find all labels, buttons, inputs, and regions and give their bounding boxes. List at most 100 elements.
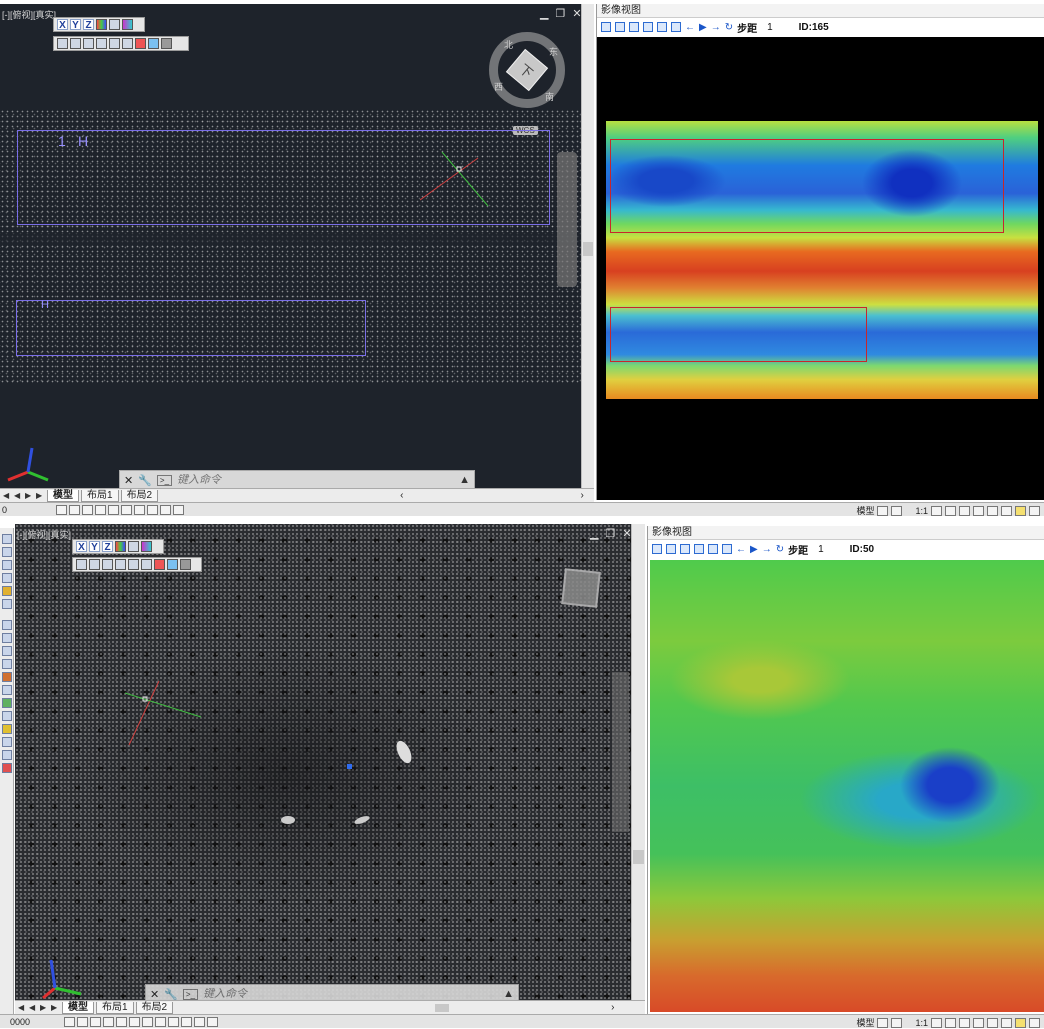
selected-point[interactable] (347, 764, 352, 769)
selection-box-2[interactable]: H (16, 299, 366, 356)
dynamic-input-icon[interactable] (194, 1016, 205, 1027)
image-icon[interactable] (601, 22, 611, 32)
crop-icon[interactable] (629, 22, 639, 32)
hscroll-thumb[interactable] (435, 1003, 450, 1012)
tool-10-icon[interactable] (1, 659, 12, 669)
step-value[interactable]: 1 (818, 544, 824, 555)
pin-icon[interactable] (135, 38, 146, 49)
transparency-icon[interactable] (147, 504, 158, 515)
layout-grid-icon[interactable] (877, 1017, 889, 1028)
navcube-west[interactable]: 西 (494, 80, 503, 93)
close-icon[interactable]: ✕ (124, 474, 133, 487)
polar-icon[interactable] (95, 504, 106, 515)
view-left-icon[interactable] (96, 38, 107, 49)
workspace-icon[interactable] (959, 505, 970, 516)
next-icon[interactable]: → (711, 22, 721, 33)
tool-2-icon[interactable] (1, 547, 12, 557)
hardware-icon[interactable] (1001, 505, 1012, 516)
tool-1-icon[interactable] (1, 534, 12, 544)
z-axis-button[interactable]: Z (83, 19, 94, 31)
photo-icon[interactable] (666, 544, 676, 554)
filter-icon[interactable] (128, 541, 139, 552)
hscroll-right[interactable]: › (580, 490, 583, 501)
selection-cycle-icon[interactable] (168, 1016, 179, 1027)
loop-icon[interactable]: ↻ (725, 22, 733, 33)
y-axis-button[interactable]: Y (89, 541, 100, 553)
view-top-icon[interactable] (122, 38, 133, 49)
view-left-icon[interactable] (115, 559, 126, 570)
minimize-button[interactable]: ▁ (590, 527, 598, 540)
tool-12-icon[interactable] (1, 685, 12, 695)
edit-icon[interactable] (708, 544, 718, 554)
annotation-visibility-icon[interactable] (931, 505, 942, 516)
filter-icon[interactable] (109, 19, 120, 30)
loop-icon[interactable]: ↻ (776, 544, 784, 555)
clean-screen-icon[interactable] (1029, 505, 1040, 516)
color-icon[interactable] (96, 19, 107, 30)
hardware-icon[interactable] (1001, 1017, 1012, 1028)
tab-layout1[interactable]: 布局1 (81, 489, 119, 502)
annotation-scale[interactable]: 1:1 (915, 1018, 928, 1028)
command-input[interactable] (177, 474, 388, 486)
next-tab-icon[interactable]: ▶ (40, 1003, 49, 1012)
prev-tab-icon[interactable]: ◀ (29, 1003, 38, 1012)
measure-icon[interactable] (643, 22, 653, 32)
play-icon[interactable]: ▶ (699, 22, 707, 33)
prev-icon[interactable]: ← (685, 22, 695, 33)
cloud-icon[interactable] (148, 38, 159, 49)
close-button[interactable]: ✕ (622, 527, 631, 540)
view-back-icon[interactable] (102, 559, 113, 570)
navigation-cube[interactable]: 下 北 东 西 南 (489, 32, 565, 108)
crop-icon[interactable] (680, 544, 690, 554)
x-axis-button[interactable]: X (57, 19, 68, 31)
z-axis-button[interactable]: Z (102, 541, 113, 553)
workspace-icon[interactable] (959, 1017, 970, 1028)
tool-8-icon[interactable] (1, 633, 12, 643)
view-back-icon[interactable] (83, 38, 94, 49)
roi-box-2[interactable] (610, 307, 867, 362)
navcube-south[interactable]: 南 (545, 90, 554, 103)
quickview-icon[interactable] (891, 1017, 903, 1028)
next-icon[interactable]: → (762, 544, 772, 555)
roi-box-1[interactable] (610, 139, 1004, 233)
viewport-label[interactable]: [-][俯视][真实] (2, 8, 56, 21)
edit-icon[interactable] (657, 22, 667, 32)
minimize-button[interactable]: ▁ (540, 7, 548, 20)
auto-scale-icon[interactable] (945, 1017, 956, 1028)
grid-snap-icon[interactable] (77, 1016, 88, 1027)
y-axis-button[interactable]: Y (70, 19, 81, 31)
tool-4-icon[interactable] (1, 573, 12, 583)
cmd-expand-icon[interactable]: ▲ (459, 474, 470, 486)
play-icon[interactable]: ▶ (750, 544, 758, 555)
annotation-scale[interactable]: 1:1 (915, 506, 928, 516)
last-tab-icon[interactable]: ▶ (51, 1003, 60, 1012)
model-space-toggle[interactable]: 模型 (856, 504, 874, 517)
tool-3-icon[interactable] (1, 560, 12, 570)
ortho-icon[interactable] (90, 1016, 101, 1027)
wrench-icon[interactable]: 🔧 (164, 988, 178, 1001)
otrack-icon[interactable] (121, 504, 132, 515)
close-icon[interactable]: ✕ (150, 988, 159, 1001)
view-right-icon[interactable] (109, 38, 120, 49)
close-button[interactable]: ✕ (572, 7, 581, 20)
isolate-icon[interactable] (987, 505, 998, 516)
lineweight-icon[interactable] (142, 1016, 153, 1027)
osnap-icon[interactable] (116, 1016, 127, 1027)
tool-7-icon[interactable] (1, 620, 12, 630)
view-cube-icon[interactable] (76, 559, 87, 570)
scroll-thumb[interactable] (583, 242, 593, 256)
image-canvas[interactable] (597, 37, 1044, 500)
transparency-icon[interactable] (155, 1016, 166, 1027)
print-icon[interactable] (671, 22, 681, 32)
lock-icon[interactable] (973, 505, 984, 516)
view-front-icon[interactable] (89, 559, 100, 570)
top-viewport-scrollbar[interactable] (581, 4, 594, 488)
hscroll-right[interactable]: › (611, 1002, 614, 1013)
tab-model[interactable]: 模型 (47, 489, 79, 502)
quick-props-icon[interactable] (207, 1016, 218, 1027)
wrench-icon[interactable]: 🔧 (138, 474, 152, 487)
tab-layout2[interactable]: 布局2 (135, 1001, 174, 1014)
auto-scale-icon[interactable] (945, 505, 956, 516)
tab-layout2[interactable]: 布局2 (120, 489, 159, 502)
tool-13-icon[interactable] (1, 698, 12, 708)
